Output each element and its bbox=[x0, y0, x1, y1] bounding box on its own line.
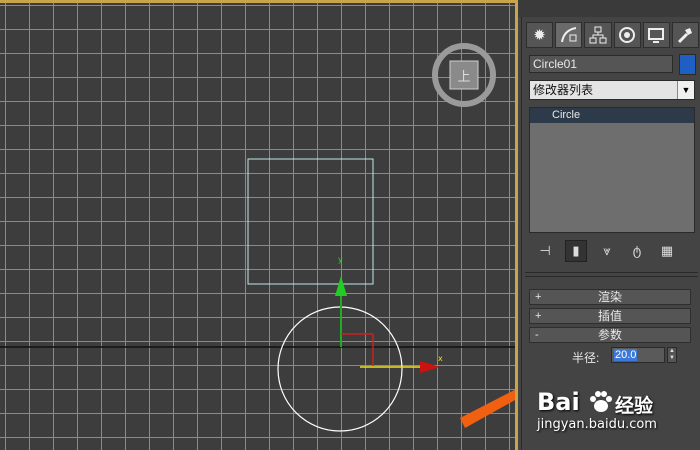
make-unique-icon[interactable]: ⩔ bbox=[597, 241, 617, 261]
rollout-render-sign: + bbox=[535, 291, 542, 303]
hierarchy-tab[interactable] bbox=[584, 22, 612, 48]
panel-divider-2 bbox=[525, 276, 698, 277]
display-icon bbox=[648, 28, 665, 43]
watermark-url: jingyan.baidu.com bbox=[537, 417, 657, 432]
rollout-interpolation-label: 插值 bbox=[597, 309, 622, 323]
object-color-swatch[interactable] bbox=[679, 54, 696, 75]
hierarchy-icon bbox=[589, 26, 607, 44]
radius-spinner[interactable]: ▲ ▼ bbox=[667, 347, 677, 363]
create-icon: ✹ bbox=[533, 27, 546, 44]
baidu-watermark: Bai 经验 jingyan.baidu.com bbox=[533, 388, 693, 444]
modify-icon bbox=[560, 27, 577, 43]
rollout-render-label: 渲染 bbox=[597, 290, 622, 304]
panel-top-strip bbox=[518, 0, 700, 17]
radius-input[interactable]: 20.0 bbox=[611, 347, 665, 363]
pointer-arrow-annotation bbox=[460, 388, 518, 428]
stack-item-circle[interactable]: Circle bbox=[530, 108, 694, 123]
parameters-body: 半径: 20.0 ▲ ▼ bbox=[529, 344, 689, 366]
radius-value: 20.0 bbox=[614, 349, 638, 361]
display-tab[interactable] bbox=[642, 22, 670, 48]
gizmo-y-arrow[interactable] bbox=[335, 276, 347, 296]
transform-gizmo[interactable]: x y bbox=[335, 255, 443, 373]
modifier-list-dropdown[interactable]: 修改器列表 ▼ bbox=[529, 80, 695, 100]
top-viewport[interactable]: x y 上 bbox=[0, 0, 518, 450]
create-tab[interactable]: ✹ bbox=[526, 22, 554, 48]
stack-toolbar: ⊣ ▮ ⩔ ტ ▦ bbox=[529, 239, 695, 263]
panel-divider bbox=[525, 272, 698, 273]
paw-icon bbox=[590, 391, 612, 412]
gizmo-x-arrow[interactable] bbox=[420, 361, 440, 373]
rectangle-object[interactable] bbox=[247, 158, 374, 285]
watermark-brand: Bai bbox=[537, 388, 580, 416]
motion-tab[interactable] bbox=[613, 22, 641, 48]
gizmo-x-label: x bbox=[438, 354, 443, 363]
rollout-parameters-label: 参数 bbox=[597, 328, 622, 342]
command-panel: ✹ Circle01 修改器列表 ▼ Circle ⊣ ▮ ⩔ ტ ▦ + 渲染… bbox=[521, 17, 700, 450]
modifier-list-label: 修改器列表 bbox=[533, 83, 594, 97]
viewport-scene: x y 上 bbox=[0, 43, 518, 432]
viewcube-face-label: 上 bbox=[457, 70, 470, 85]
command-panel-tabs: ✹ bbox=[526, 22, 700, 48]
motion-icon bbox=[619, 27, 636, 43]
gizmo-y-label: y bbox=[338, 255, 343, 264]
configure-sets-icon[interactable]: ▦ bbox=[657, 241, 677, 261]
object-name-field[interactable]: Circle01 bbox=[529, 55, 673, 73]
rollout-render[interactable]: + 渲染 bbox=[529, 289, 691, 305]
show-end-result-icon[interactable]: ▮ bbox=[565, 240, 587, 262]
modifier-stack[interactable]: Circle bbox=[529, 107, 695, 233]
pin-stack-icon[interactable]: ⊣ bbox=[535, 241, 555, 261]
radius-label: 半径: bbox=[572, 351, 600, 365]
watermark-brand-suffix: 经验 bbox=[615, 396, 654, 417]
utilities-tab[interactable] bbox=[671, 22, 700, 48]
rollout-parameters-sign: - bbox=[535, 329, 539, 341]
remove-modifier-icon[interactable]: ტ bbox=[627, 241, 647, 261]
rollout-parameters[interactable]: - 参数 bbox=[529, 327, 691, 343]
viewcube[interactable]: 上 bbox=[432, 43, 496, 107]
rollout-interpolation[interactable]: + 插值 bbox=[529, 308, 691, 324]
modify-tab[interactable] bbox=[555, 22, 583, 48]
utilities-icon bbox=[678, 28, 693, 44]
rollout-interpolation-sign: + bbox=[535, 310, 542, 322]
chevron-down-icon[interactable]: ▼ bbox=[677, 81, 694, 99]
